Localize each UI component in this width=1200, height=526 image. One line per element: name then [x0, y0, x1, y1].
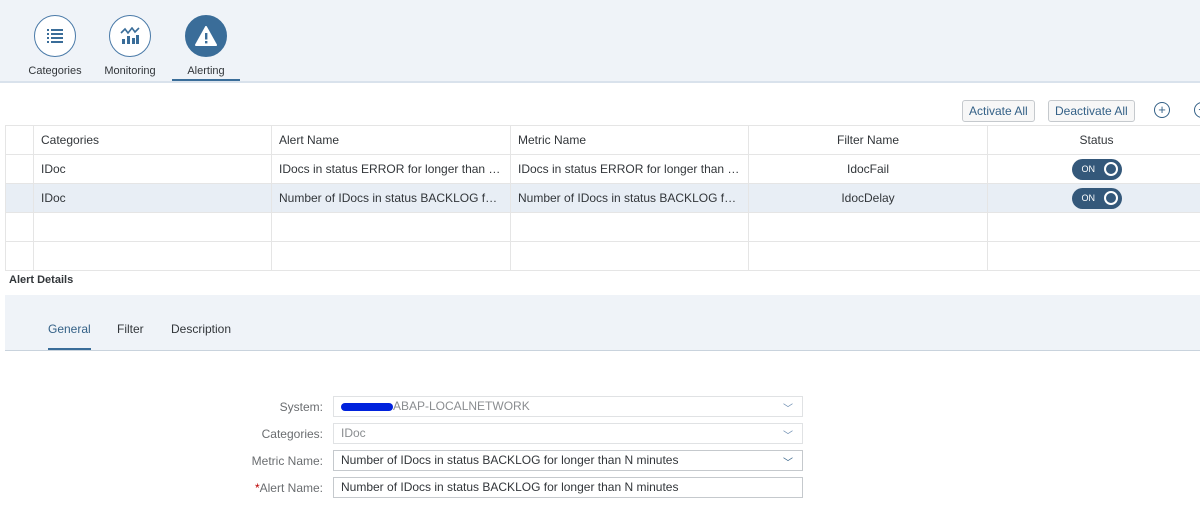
- alert-icon: [185, 15, 227, 57]
- column-header[interactable]: Categories: [33, 125, 272, 155]
- list-icon: [34, 15, 76, 57]
- activate-all-button[interactable]: Activate All: [962, 100, 1035, 122]
- select-column[interactable]: [5, 125, 34, 155]
- nav-monitoring[interactable]: Monitoring: [95, 15, 165, 77]
- table-header: Categories Alert Name Metric Name Filter…: [5, 125, 1200, 155]
- metric-name-value: Number of IDocs in status BACKLOG for lo…: [341, 453, 679, 467]
- status-toggle[interactable]: ON: [1071, 187, 1122, 209]
- nav-alerting[interactable]: Alerting: [171, 15, 241, 77]
- nav-label: Monitoring: [104, 65, 156, 77]
- cell-filter-name: IdocFail: [748, 154, 988, 184]
- alert-name-label-text: Alert Name:: [259, 481, 323, 495]
- column-header[interactable]: Alert Name: [271, 125, 511, 155]
- tab-general[interactable]: General: [48, 322, 91, 350]
- header-bar: Categories Monitoring Alerting: [0, 0, 1200, 83]
- categories-select[interactable]: IDoc ﹀: [333, 423, 803, 444]
- categories-label: Categories:: [261, 427, 323, 441]
- column-header[interactable]: Metric Name: [510, 125, 749, 155]
- empty-row: [5, 241, 1200, 271]
- active-tab-indicator: [172, 79, 240, 81]
- metric-name-select[interactable]: Number of IDocs in status BACKLOG for lo…: [333, 450, 803, 471]
- alert-name-input[interactable]: Number of IDocs in status BACKLOG for lo…: [333, 477, 803, 498]
- nav-label: Alerting: [187, 65, 225, 77]
- nav-categories[interactable]: Categories: [20, 15, 90, 77]
- redaction: [341, 402, 393, 411]
- add-icon[interactable]: +: [1154, 102, 1170, 118]
- alert-name-label: *Alert Name:: [123, 481, 323, 495]
- cell-filter-name: IdocDelay: [748, 183, 988, 213]
- chevron-down-icon[interactable]: ﹀: [783, 454, 793, 473]
- table-row[interactable]: IDoc IDocs in status ERROR for longer th…: [5, 154, 1200, 184]
- system-value: ABAP-LOCALNETWORK: [393, 399, 530, 413]
- column-header[interactable]: Filter Name: [748, 125, 988, 155]
- cell-metric-name: IDocs in status ERROR for longer than N.…: [510, 154, 749, 184]
- tab-filter[interactable]: Filter: [117, 322, 144, 336]
- remove-icon[interactable]: −: [1194, 102, 1200, 118]
- categories-value: IDoc: [341, 426, 366, 440]
- cell-metric-name: Number of IDocs in status BACKLOG for...: [510, 183, 749, 213]
- chart-icon: [109, 15, 151, 57]
- chevron-down-icon[interactable]: ﹀: [783, 400, 793, 419]
- toggle-knob: [1103, 191, 1118, 205]
- row-selector[interactable]: [5, 154, 34, 184]
- table-row[interactable]: IDoc Number of IDocs in status BACKLOG f…: [5, 183, 1200, 213]
- nav-label: Categories: [28, 65, 82, 77]
- toggle-knob: [1103, 162, 1118, 176]
- toggle-label: ON: [1081, 193, 1096, 203]
- alerts-table: Categories Alert Name Metric Name Filter…: [5, 125, 1200, 271]
- system-label: System:: [279, 400, 323, 414]
- column-header[interactable]: Status: [987, 125, 1200, 155]
- cell-alert-name: Number of IDocs in status BACKLOG for...: [271, 183, 511, 213]
- toggle-label: ON: [1081, 164, 1096, 174]
- deactivate-all-button[interactable]: Deactivate All: [1048, 100, 1135, 122]
- cell-alert-name: IDocs in status ERROR for longer than N.…: [271, 154, 511, 184]
- chevron-down-icon[interactable]: ﹀: [783, 427, 793, 446]
- cell-category: IDoc: [33, 154, 272, 184]
- tab-description[interactable]: Description: [171, 322, 231, 336]
- system-select[interactable]: ABAP-LOCALNETWORK ﹀: [333, 396, 803, 417]
- metric-name-label: Metric Name:: [251, 454, 323, 468]
- empty-row: [5, 212, 1200, 242]
- details-tabbar: General Filter Description: [5, 295, 1200, 351]
- alert-details-title: Alert Details: [9, 274, 74, 286]
- row-selector[interactable]: [5, 183, 34, 213]
- status-toggle[interactable]: ON: [1071, 158, 1122, 180]
- cell-category: IDoc: [33, 183, 272, 213]
